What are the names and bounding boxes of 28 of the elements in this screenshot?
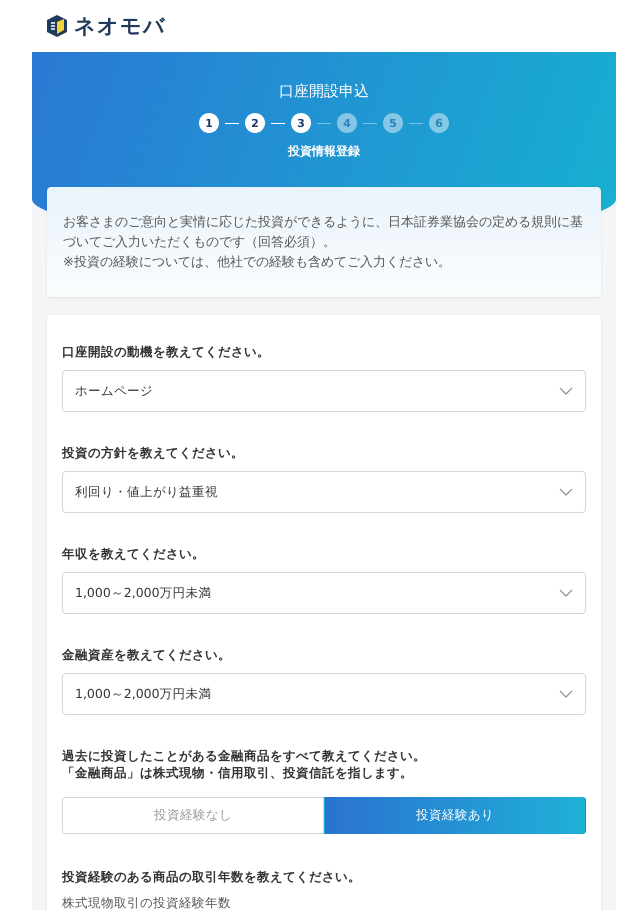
chevron-down-icon bbox=[559, 690, 573, 698]
select-field[interactable]: ホームページ bbox=[62, 370, 586, 412]
step-indicator: 1 bbox=[199, 113, 219, 133]
step-indicator: 2 bbox=[245, 113, 265, 133]
select-field[interactable]: 1,000～2,000万円未満 bbox=[62, 673, 586, 715]
select-field[interactable]: 1,000～2,000万円未満 bbox=[62, 572, 586, 614]
step-indicator: 4 bbox=[337, 113, 357, 133]
question-label: 年収を教えてください。 bbox=[62, 545, 206, 562]
select-field[interactable]: 利回り・値上がり益重視 bbox=[62, 471, 586, 513]
logo-text: ネオモバ bbox=[74, 13, 166, 40]
question-label: 投資経験のある商品の取引年数を教えてください。 bbox=[62, 868, 362, 885]
field-label: 株式現物取引の投資経験年数 bbox=[62, 895, 232, 910]
notice-text: ※投資の経験については、他社での経験も含めてご入力ください。 bbox=[63, 254, 452, 272]
chevron-down-icon bbox=[559, 488, 573, 496]
question-label: 金融資産を教えてください。 bbox=[62, 646, 232, 663]
logo-icon bbox=[46, 14, 68, 38]
notice-text: お客さまのご意向と実情に応じた投資ができるように、日本証券業協会の定める規則に基づいてご入力いただくものです（回答必須）。 bbox=[63, 214, 584, 252]
chevron-down-icon bbox=[559, 387, 573, 395]
step-indicator: 3 bbox=[291, 113, 311, 133]
chevron-down-icon bbox=[559, 589, 573, 597]
step-indicator: 5 bbox=[383, 113, 403, 133]
page-title: 口座開設申込 bbox=[279, 82, 369, 101]
toggle-button[interactable]: 投資経験あり bbox=[324, 797, 586, 834]
step-title: 投資情報登録 bbox=[288, 143, 360, 160]
question-label: 過去に投資したことがある金融商品をすべて教えてください。 「金融商品」は株式現物・信用取引、投資信託を指します。 bbox=[62, 747, 427, 781]
step-indicator: 6 bbox=[429, 113, 449, 133]
question-label: 投資の方針を教えてください。 bbox=[62, 444, 245, 461]
question-label: 口座開設の動機を教えてください。 bbox=[62, 343, 271, 360]
